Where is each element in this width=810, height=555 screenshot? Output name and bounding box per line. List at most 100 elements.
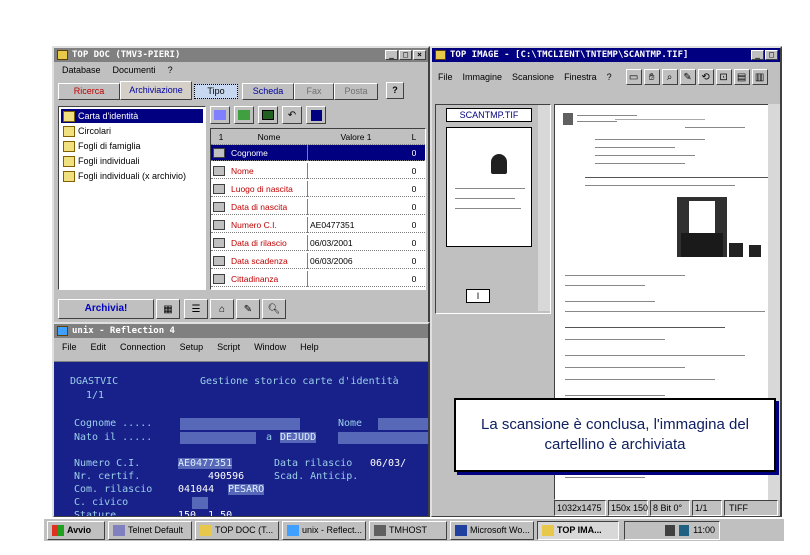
image-icon[interactable] bbox=[234, 106, 254, 124]
grid-row[interactable]: Data di rilascio 06/03/2001 0 bbox=[211, 235, 425, 251]
field-numero-ci[interactable]: AE0477351 bbox=[178, 458, 233, 469]
menu-edit[interactable]: Edit bbox=[91, 340, 107, 354]
field-value[interactable] bbox=[307, 199, 403, 215]
tray-icon[interactable]: ⌂ bbox=[210, 299, 234, 319]
tab-scheda[interactable]: Scheda bbox=[242, 83, 294, 100]
grid-row[interactable]: Data scadenza 06/03/2006 0 bbox=[211, 253, 425, 269]
col-nome[interactable]: Nome bbox=[229, 129, 307, 145]
grid-row[interactable]: Cittadinanza 0 bbox=[211, 271, 425, 287]
minimize-button[interactable]: _ bbox=[751, 50, 764, 60]
tab-archiviazione[interactable]: Archiviazione bbox=[120, 81, 192, 100]
field-nato-luogo[interactable]: DEJUDD bbox=[280, 432, 317, 443]
close-button[interactable]: × bbox=[413, 50, 426, 60]
menu-help[interactable]: ? bbox=[607, 72, 612, 82]
scan-icon[interactable] bbox=[210, 106, 230, 124]
menu-documenti[interactable]: Documenti bbox=[113, 63, 156, 77]
topdoc-titlebar[interactable]: TOP DOC (TMV3-PIERI) _ □ × bbox=[54, 48, 428, 62]
tab-tipo[interactable]: Tipo bbox=[194, 84, 238, 99]
menu-help[interactable]: ? bbox=[168, 63, 173, 77]
col-l[interactable]: L bbox=[403, 129, 423, 145]
tab-fax[interactable]: Fax bbox=[294, 83, 334, 100]
reflection-titlebar[interactable]: unix - Reflection 4 bbox=[54, 324, 428, 338]
scanner-icon[interactable]: ▦ bbox=[156, 299, 180, 319]
menu-help[interactable]: Help bbox=[300, 340, 319, 354]
menu-file[interactable]: File bbox=[62, 340, 77, 354]
tree-item-fogli-individuali[interactable]: Fogli individuali bbox=[61, 154, 203, 168]
field-nato-data[interactable] bbox=[180, 432, 256, 444]
pen-icon[interactable]: ✎ bbox=[679, 69, 696, 85]
menu-database[interactable]: Database bbox=[62, 63, 101, 77]
field-value[interactable] bbox=[307, 181, 403, 197]
field-value[interactable]: AE0477351 bbox=[307, 217, 403, 233]
field-value[interactable] bbox=[307, 271, 403, 287]
fit-icon[interactable]: ⊡ bbox=[715, 69, 732, 85]
screen-icon[interactable] bbox=[258, 106, 278, 124]
menu-file[interactable]: File bbox=[438, 72, 453, 82]
field-value[interactable] bbox=[307, 163, 403, 179]
zoom-icon[interactable]: ⌕ bbox=[661, 69, 678, 85]
tree-item-fogli-famiglia[interactable]: Fogli di famiglia bbox=[61, 139, 203, 153]
status-depth: 8 Bit 0° bbox=[650, 500, 690, 516]
field-com-rilascio[interactable]: 041044 bbox=[178, 484, 214, 495]
start-button[interactable]: Avvio bbox=[47, 520, 105, 540]
undo-icon[interactable]: ↶ bbox=[282, 106, 302, 124]
topimage-titlebar[interactable]: TOP IMAGE - [C:\TMCLIENT\TNTEMP\SCANTMP.… bbox=[432, 48, 780, 62]
list-icon[interactable]: ☰ bbox=[184, 299, 208, 319]
field-value[interactable] bbox=[307, 145, 403, 161]
menu-immagine[interactable]: Immagine bbox=[463, 72, 503, 82]
maximize-button[interactable]: □ bbox=[765, 50, 778, 60]
menu-scansione[interactable]: Scansione bbox=[512, 72, 554, 82]
field-com-nome[interactable]: PESARO bbox=[228, 484, 265, 495]
menu-setup[interactable]: Setup bbox=[180, 340, 204, 354]
clock[interactable]: 11:00 bbox=[693, 525, 715, 535]
tab-ricerca[interactable]: Ricerca bbox=[58, 83, 120, 100]
page-icon[interactable]: ▤ bbox=[733, 69, 750, 85]
field-nr-certif[interactable]: 490596 bbox=[208, 471, 244, 482]
field-data-rilascio[interactable]: 06/03/ bbox=[370, 458, 406, 469]
edit-icon[interactable]: ✎ bbox=[236, 299, 260, 319]
field-nato-extra[interactable] bbox=[338, 432, 428, 444]
menu-script[interactable]: Script bbox=[217, 340, 240, 354]
minimize-button[interactable]: _ bbox=[385, 50, 398, 60]
task-reflection[interactable]: unix - Reflect... bbox=[282, 520, 366, 540]
field-cognome[interactable] bbox=[180, 418, 300, 430]
field-civico[interactable] bbox=[192, 497, 208, 509]
task-topimage[interactable]: TOP IMA... bbox=[537, 520, 619, 540]
rotate-icon[interactable]: ⟲ bbox=[697, 69, 714, 85]
field-value[interactable]: 06/03/2006 bbox=[307, 253, 403, 269]
tab-posta[interactable]: Posta bbox=[334, 83, 378, 100]
col-valore[interactable]: Valore 1 bbox=[307, 129, 403, 145]
field-value[interactable]: 06/03/2001 bbox=[307, 235, 403, 251]
grid-row[interactable]: Cognome 0 bbox=[211, 145, 425, 161]
menu-connection[interactable]: Connection bbox=[120, 340, 166, 354]
thumbnail-image[interactable] bbox=[446, 127, 532, 247]
screen-title: Gestione storico carte d'identità bbox=[200, 376, 399, 387]
tree-item-carta-identita[interactable]: Carta d'identità bbox=[61, 109, 203, 123]
grid-row[interactable]: Luogo di nascita 0 bbox=[211, 181, 425, 197]
book-icon[interactable]: ▥ bbox=[751, 69, 768, 85]
field-nome[interactable] bbox=[378, 418, 428, 430]
grid-row[interactable]: Nome 0 bbox=[211, 163, 425, 179]
task-word[interactable]: Microsoft Wo... bbox=[450, 520, 534, 540]
select-icon[interactable]: ▭ bbox=[625, 69, 642, 85]
menu-window[interactable]: Window bbox=[254, 340, 286, 354]
tree-item-fogli-individuali-archivio[interactable]: Fogli individuali (x archivio) bbox=[61, 169, 203, 183]
menu-finestra[interactable]: Finestra bbox=[564, 72, 597, 82]
task-topdoc[interactable]: TOP DOC (T... bbox=[195, 520, 279, 540]
preview-icon[interactable]: 🔍︎ bbox=[262, 299, 286, 319]
display-icon[interactable] bbox=[679, 524, 690, 536]
field-length: 0 bbox=[411, 166, 417, 176]
save-icon[interactable] bbox=[306, 106, 326, 124]
grid-row[interactable]: Data di nascita 0 bbox=[211, 199, 425, 215]
grid-row[interactable]: Numero C.I. AE0477351 0 bbox=[211, 217, 425, 233]
tab-help[interactable]: ? bbox=[386, 82, 404, 99]
terminal-screen[interactable]: DGASTVIC Gestione storico carte d'identi… bbox=[54, 362, 428, 516]
thumbnail-scrollbar[interactable] bbox=[538, 105, 550, 311]
tree-item-circolari[interactable]: Circolari bbox=[61, 124, 203, 138]
task-tmhost[interactable]: TMHOST bbox=[369, 520, 447, 540]
maximize-button[interactable]: □ bbox=[399, 50, 412, 60]
archivia-button[interactable]: Archivia! bbox=[58, 299, 154, 319]
network-icon[interactable] bbox=[665, 524, 676, 536]
task-telnet[interactable]: Telnet Default bbox=[108, 520, 192, 540]
hand-icon[interactable]: ✋︎ bbox=[643, 69, 660, 85]
